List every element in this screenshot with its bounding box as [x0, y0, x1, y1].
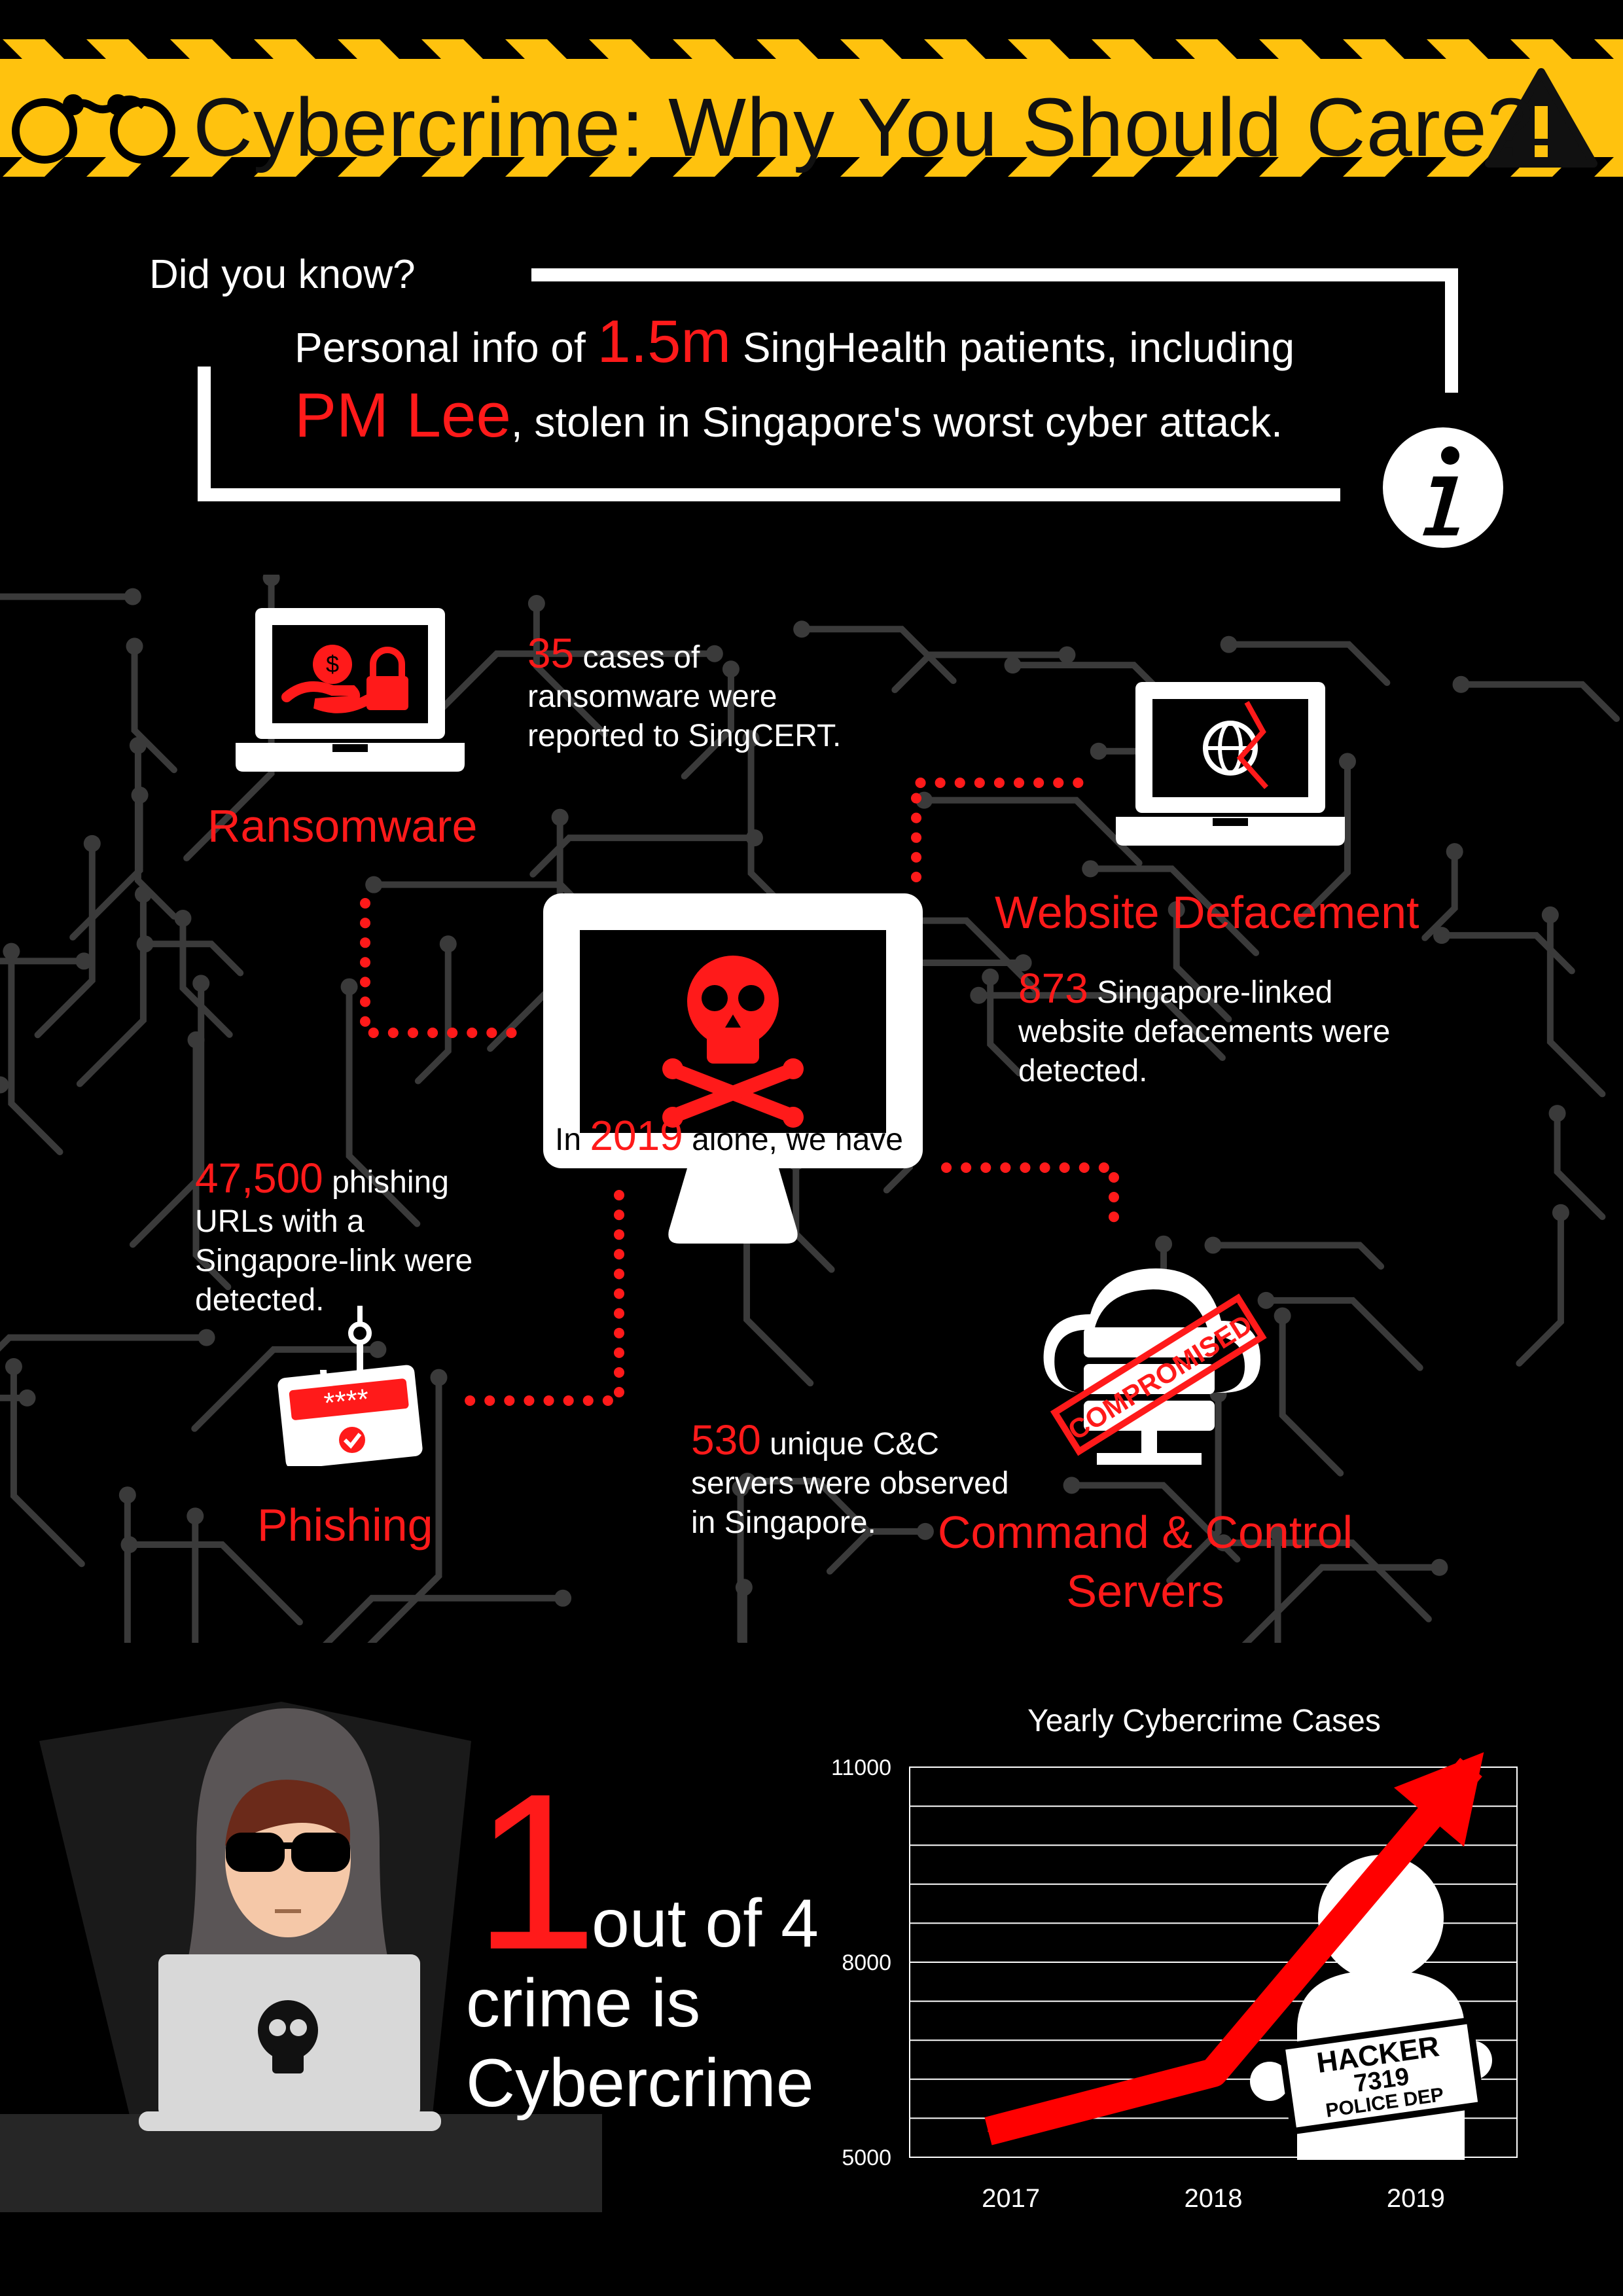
- circuit-trace: [0, 593, 136, 600]
- x-tick-label: 2017: [982, 2184, 1040, 2213]
- info-icon: [1383, 427, 1503, 548]
- skull-monitor-icon: [543, 893, 923, 1244]
- circuit-node: [1452, 675, 1470, 693]
- circuit-node: [554, 1589, 572, 1607]
- ransomware-stat: 35 cases of ransomware were reported to …: [527, 630, 842, 753]
- circuit-node: [118, 1486, 136, 1504]
- data-point: [1471, 1767, 1472, 1768]
- circuit-trace: [323, 1594, 567, 1643]
- center-caption: In 2019 alone, we have: [555, 1112, 903, 1159]
- circuit-node: [1063, 1477, 1080, 1494]
- circuit-node: [1004, 656, 1022, 674]
- cnc-label: Command & Control Servers: [937, 1507, 1353, 1617]
- circuit-node: [187, 1507, 204, 1525]
- defacement-stat: 873 Singapore-linked website defacements…: [1018, 965, 1391, 1088]
- circuit-node: [735, 1579, 753, 1596]
- ransomware-label: Ransomware: [207, 800, 478, 852]
- cybercrime-line-chart: HACKER 7319 POLICE DEP 11000800050002017…: [831, 1752, 1518, 2213]
- svg-text:****: ****: [323, 1383, 370, 1420]
- fact-line-2: PM Lee, stolen in Singapore's worst cybe…: [294, 380, 1283, 450]
- circuit-node: [120, 1535, 138, 1553]
- circuit-trace: [1225, 641, 1391, 687]
- circuit-trace: [891, 651, 1071, 694]
- ratio-text-1: out of 4: [592, 1886, 819, 1962]
- ransomware-laptop-icon: $: [236, 608, 465, 772]
- circuit-node: [527, 595, 545, 613]
- data-point: [1213, 2072, 1214, 2073]
- page-title: Cybercrime: Why You Should Care?: [193, 81, 1534, 173]
- phishing-stat: 47,500 phishing URLs with a Singapore-li…: [195, 1155, 473, 1318]
- circuit-trace: [126, 1541, 303, 1626]
- circuit-trace: [192, 1513, 199, 1643]
- globe-laptop-icon: [1116, 682, 1345, 846]
- chart-title: Yearly Cybercrime Cases: [1027, 1704, 1381, 1738]
- ratio-text-3: Cybercrime: [466, 2045, 814, 2121]
- circuit-node: [1431, 1558, 1448, 1576]
- circuit-trace: [1457, 681, 1620, 723]
- phishing-label: Phishing: [257, 1499, 433, 1551]
- fact-line-1: Personal info of 1.5m SingHealth patient…: [294, 308, 1295, 375]
- data-point: [988, 2130, 989, 2132]
- phishing-hook-icon: ****: [277, 1306, 423, 1466]
- circuit-trace: [124, 1492, 131, 1643]
- circuit-node: [126, 637, 143, 655]
- svg-text:$: $: [326, 651, 339, 677]
- defacement-label: Website Defacement: [995, 887, 1419, 938]
- ratio-big-number: 1: [474, 1748, 598, 1996]
- y-tick-label: 11000: [831, 1755, 891, 1780]
- ratio-text-2: crime is: [466, 1965, 701, 2041]
- x-tick-label: 2019: [1387, 2184, 1445, 2213]
- circuit-node: [262, 575, 280, 586]
- y-tick-label: 5000: [842, 2145, 891, 2170]
- circuit-node: [124, 588, 141, 605]
- circuit-trace: [740, 1584, 747, 1643]
- circuit-node: [1220, 636, 1238, 653]
- circuit-node: [1058, 646, 1076, 664]
- x-tick-label: 2018: [1185, 2184, 1243, 2213]
- y-tick-label: 8000: [842, 1950, 891, 1975]
- cloud-server-icon: COMPROMISED: [1043, 1268, 1267, 1465]
